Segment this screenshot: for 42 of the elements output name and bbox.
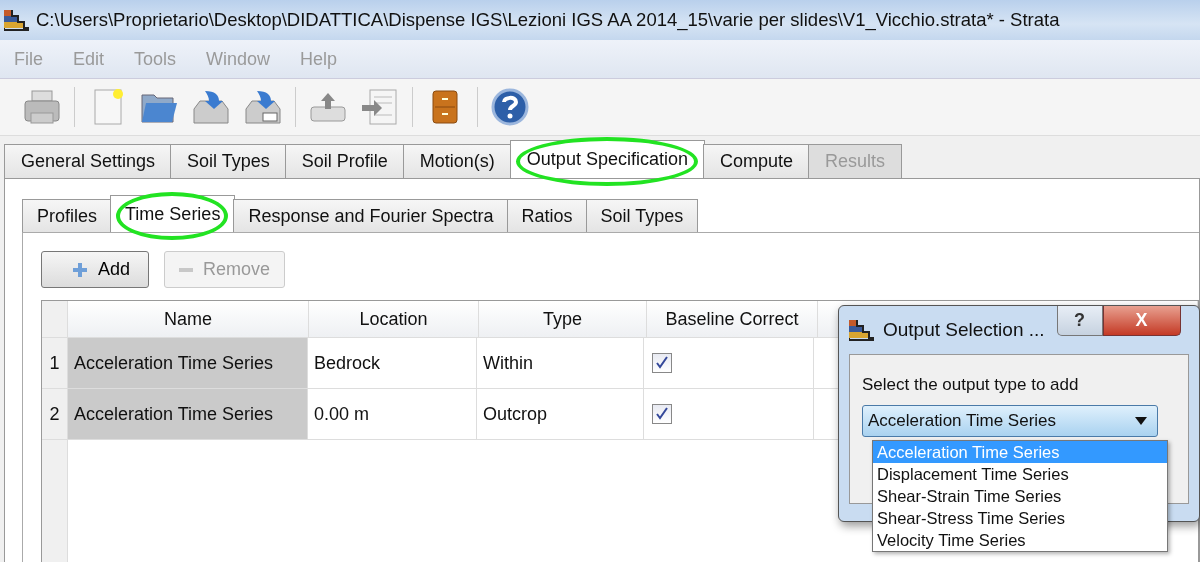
checkbox[interactable]: [652, 353, 672, 373]
prompt-label: Select the output type to add: [862, 375, 1080, 395]
output-type-dropdown[interactable]: Acceleration Time Series: [862, 405, 1158, 437]
dropdown-option[interactable]: Shear-Stress Time Series: [873, 507, 1167, 529]
table-cell: Acceleration Time Series: [68, 389, 308, 439]
caret-icon: [1135, 417, 1147, 425]
row-header: 2: [42, 389, 68, 439]
app-logo-icon: [849, 318, 875, 342]
tab[interactable]: General Settings: [4, 144, 173, 178]
minus-icon: [179, 267, 194, 272]
add-button[interactable]: Add: [41, 251, 150, 288]
tab[interactable]: Response and Fourier Spectra: [233, 199, 509, 232]
import-icon[interactable]: [360, 87, 400, 127]
column-header[interactable]: Baseline Correct: [647, 301, 818, 337]
table-cell: Acceleration Time Series: [68, 338, 308, 388]
tab[interactable]: Ratios: [506, 199, 588, 232]
app-logo-icon: [4, 8, 30, 32]
tab[interactable]: Motion(s): [402, 144, 512, 178]
column-header[interactable]: Type: [479, 301, 647, 337]
table-cell: Outcrop: [477, 389, 644, 439]
window-title: C:\Users\Proprietario\Desktop\DIDATTICA\Dispense IGS\Lezioni IGS AA 2014_15\varie per slides\V1_Vicchio.strata* - Strata: [36, 9, 1060, 31]
dialog-title: Output Selection ...: [883, 319, 1045, 341]
checkbox[interactable]: [652, 404, 672, 424]
tab[interactable]: Compute: [702, 144, 810, 178]
table-cell: Bedrock: [308, 338, 477, 388]
column-header[interactable]: Name: [68, 301, 309, 337]
table-cell: 0.00 m: [308, 389, 477, 439]
help-button[interactable]: ?: [1056, 306, 1103, 336]
tab[interactable]: Soil Types: [170, 144, 287, 178]
dropdown-option[interactable]: Displacement Time Series: [873, 463, 1167, 485]
tab[interactable]: Soil Types: [585, 199, 699, 232]
help-icon[interactable]: [490, 87, 530, 127]
dropdown-option[interactable]: Shear-Strain Time Series: [873, 485, 1167, 507]
table-cell: Within: [477, 338, 644, 388]
printer-icon[interactable]: [22, 87, 62, 127]
tab[interactable]: Output Specification: [509, 140, 705, 178]
column-header[interactable]: Location: [309, 301, 479, 337]
tab[interactable]: Soil Profile: [284, 144, 405, 178]
plus-icon: [72, 261, 88, 278]
tab[interactable]: Profiles: [22, 199, 113, 232]
row-header: 1: [42, 338, 68, 388]
dropdown-option[interactable]: Velocity Time Series: [873, 529, 1167, 551]
